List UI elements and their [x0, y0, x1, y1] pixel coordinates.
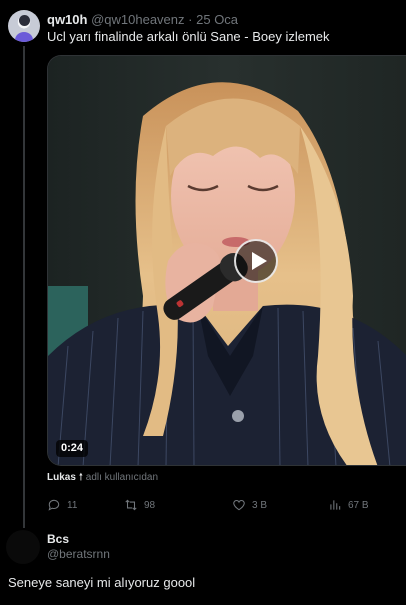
bar-chart-icon [330, 500, 341, 510]
retweet-count: 98 [144, 499, 156, 511]
tweet-text: Ucl yarı finalinde arkalı önlü Sane - Bo… [47, 29, 330, 44]
like-button[interactable]: 3 B [232, 497, 267, 513]
video-attribution[interactable]: Lukas 🠕 adlı kullanıcıdan [47, 472, 158, 484]
play-button[interactable] [234, 239, 278, 283]
views-button[interactable]: 67 B [328, 497, 369, 513]
retweet-icon [125, 499, 137, 511]
reply-author-handle[interactable]: @beratsrnn [47, 547, 110, 561]
reply-text: Seneye saneyi mi alıyoruz goool [8, 575, 196, 590]
reply-button[interactable]: 11 [47, 497, 77, 513]
author-avatar[interactable] [8, 10, 40, 42]
tweet-actions-bar: 11 98 3 B 67 B [47, 497, 387, 513]
tweet-date[interactable]: 25 Oca [196, 12, 238, 27]
reply-author-name[interactable]: Bcs [47, 532, 69, 546]
author-handle[interactable]: @qw10heavenz [91, 12, 184, 27]
header-separator: · [188, 12, 193, 27]
video-duration: 0:24 [56, 440, 89, 457]
reply-count: 11 [67, 499, 78, 511]
tweet-header: qw10h @qw10heavenz · 25 Oca [47, 12, 238, 28]
view-count: 67 B [348, 499, 369, 511]
heart-icon [233, 500, 245, 511]
video-frame [48, 56, 406, 465]
retweet-button[interactable]: 98 [124, 497, 155, 513]
reply-author-avatar[interactable] [6, 530, 40, 564]
arrow-up-icon: 🠕 [78, 472, 83, 483]
video-player[interactable]: 0:24 [47, 55, 406, 466]
attribution-user[interactable]: Lukas [47, 472, 76, 483]
reply-icon [48, 499, 60, 511]
attribution-suffix: adlı kullanıcıdan [85, 472, 159, 483]
thread-connector-line [23, 46, 25, 528]
author-name[interactable]: qw10h [47, 12, 87, 27]
like-count: 3 B [252, 499, 268, 511]
